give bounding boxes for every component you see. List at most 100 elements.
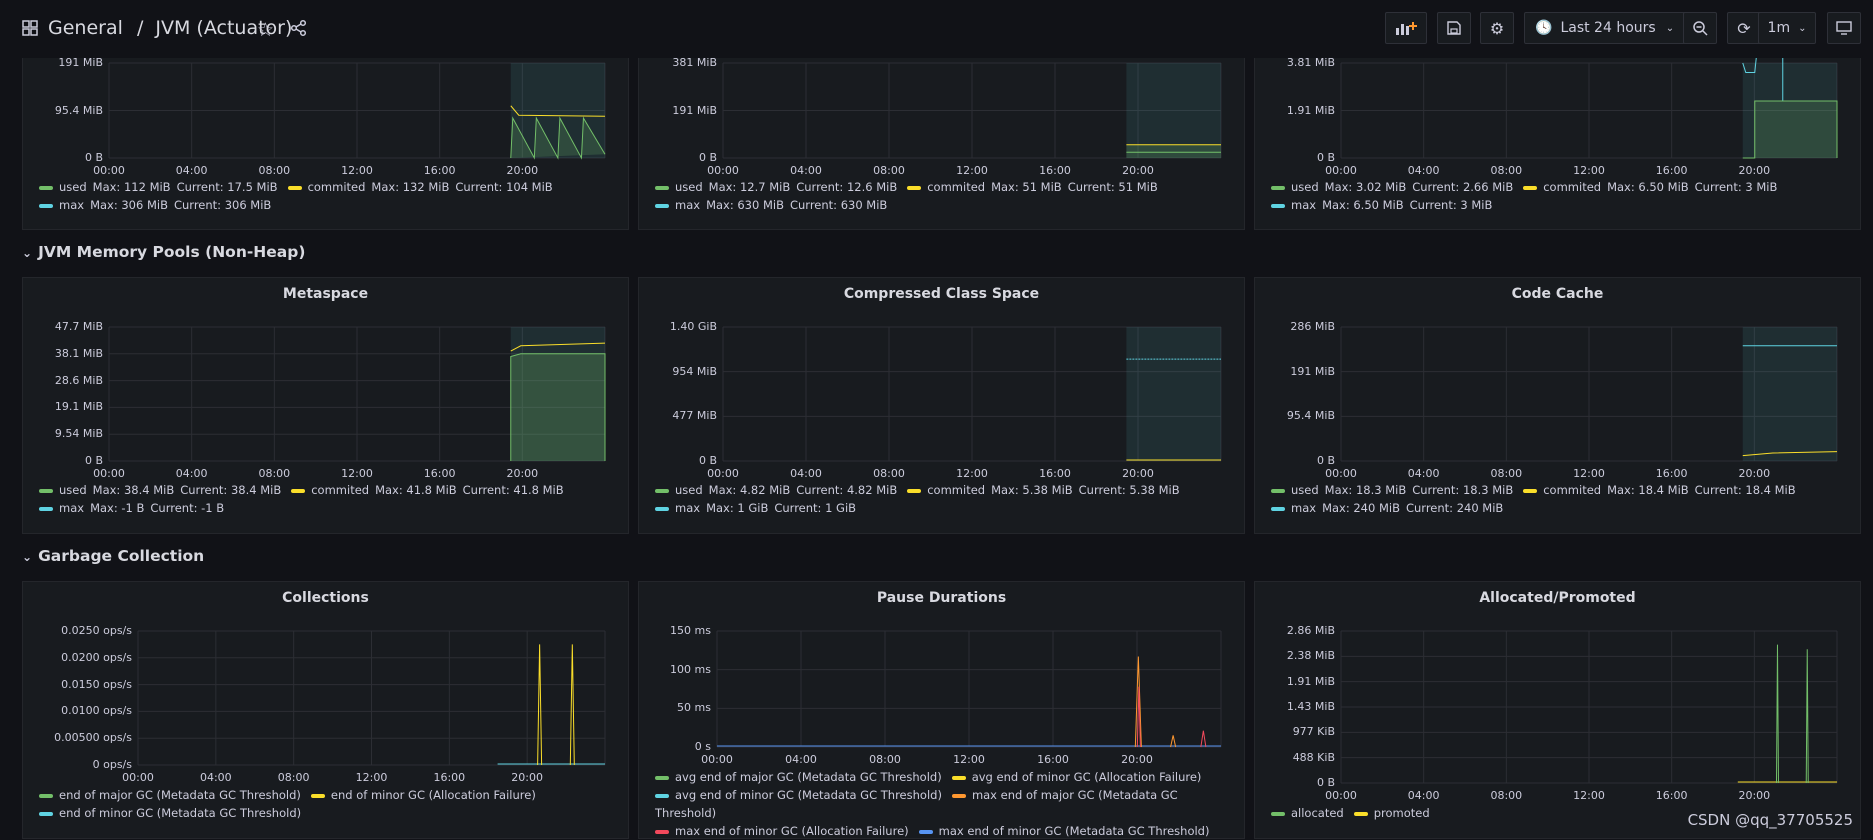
legend-swatch (310, 793, 325, 798)
x-tick-label: 16:00 (1037, 753, 1069, 766)
y-tick-label: 9.54 MiB (54, 427, 103, 441)
legend-item[interactable]: promoted (1353, 806, 1430, 820)
star-icon[interactable]: ☆ (257, 19, 274, 41)
row-gc[interactable]: ⌄ Garbage Collection (22, 547, 204, 565)
legend-item[interactable]: commited Max: 6.50 MiB Current: 3 MiB (1523, 180, 1777, 194)
panel-code-cache[interactable]: Code Cache 286 MiB 191 MiB 95.4 MiB 0 B 00:00… (1254, 277, 1861, 534)
legend-current: Current: 17.5 MiB (176, 180, 278, 194)
legend-swatch (655, 793, 669, 798)
legend-series-name: avg end of minor GC (Metadata GC Thresho… (675, 788, 942, 802)
share-icon[interactable] (290, 19, 308, 37)
apps-grid-icon[interactable] (22, 20, 38, 36)
legend-max: Max: 51 MiB (991, 180, 1062, 194)
legend-max: Max: 240 MiB (1322, 501, 1400, 515)
x-tick-label: 16:00 (1655, 789, 1688, 802)
legend-swatch (655, 829, 669, 834)
legend-item[interactable]: avg end of major GC (Metadata GC Thresho… (655, 770, 942, 784)
refresh-button[interactable]: ⟳ (1727, 12, 1761, 44)
legend-item[interactable]: used Max: 3.02 MiB Current: 2.66 MiB (1271, 180, 1513, 194)
legend-item[interactable]: used Max: 12.7 MiB Current: 12.6 MiB (655, 180, 897, 194)
legend-item[interactable]: avg end of minor GC (Allocation Failure) (951, 770, 1201, 784)
y-tick-label: 0 B (1316, 454, 1335, 467)
row-nonheap[interactable]: ⌄ JVM Memory Pools (Non-Heap) (22, 243, 305, 261)
x-tick-label: 16:00 (1039, 467, 1071, 480)
tv-mode-button[interactable] (1827, 12, 1861, 44)
legend-swatch (907, 488, 922, 493)
panel-collections[interactable]: Collections 0.0250 ops/s 0.0200 ops/s 0.015… (22, 581, 629, 839)
panel-compressed-class-space[interactable]: Compressed Class Space 1.40 GiB 954 MiB 477… (638, 277, 1245, 534)
x-tick-label: 04:00 (1407, 789, 1440, 802)
legend-item[interactable]: end of minor GC (Metadata GC Threshold) (39, 806, 301, 820)
y-tick-label: 0 s (694, 740, 711, 753)
panel-memory-pool-1[interactable]: 191 MiB 95.4 MiB 0 B 00:00 04:00 08:00 12:00 16… (22, 58, 629, 230)
refresh-interval-label: 1m (1767, 20, 1791, 36)
chart-plot-area (722, 62, 1222, 159)
legend-item[interactable]: end of minor GC (Allocation Failure) (310, 788, 536, 802)
add-panel-button[interactable] (1385, 12, 1427, 44)
y-tick-label: 2.38 MiB (1286, 649, 1335, 663)
folder-link[interactable]: General (48, 17, 123, 39)
legend-item[interactable]: end of major GC (Metadata GC Threshold) (39, 788, 301, 802)
panel-metaspace[interactable]: Metaspace 47.7 MiB 38.1 MiB 28.6 MiB 19.1 Mi… (22, 277, 629, 534)
legend-series-name: commited (1543, 180, 1602, 194)
y-tick-label: 191 MiB (672, 103, 717, 117)
panel-pause-durations[interactable]: Pause Durations 150 ms 100 ms 50 ms 0 s 00:00… (638, 581, 1245, 839)
legend-swatch (655, 488, 669, 493)
legend-series-name: used (59, 483, 87, 497)
legend-item[interactable]: max Max: 1 GiB Current: 1 GiB (655, 501, 856, 515)
legend-series-name: end of major GC (Metadata GC Threshold) (59, 788, 301, 802)
legend-item[interactable]: commited Max: 132 MiB Current: 104 MiB (287, 180, 553, 194)
settings-button[interactable]: ⚙ (1480, 12, 1514, 44)
legend-swatch (39, 185, 53, 190)
legend-item[interactable]: used Max: 4.82 MiB Current: 4.82 MiB (655, 483, 897, 497)
row-title: JVM Memory Pools (Non-Heap) (38, 243, 306, 261)
legend-item[interactable]: max end of minor GC (Metadata GC Thresho… (918, 824, 1209, 838)
legend-swatch (39, 203, 53, 208)
series-spike (1200, 730, 1207, 748)
panel-memory-pool-3[interactable]: 3.81 MiB 1.91 MiB 0 B 00:00 04:00 08:00 12:00 1… (1254, 58, 1861, 230)
legend-item[interactable]: max Max: 240 MiB Current: 240 MiB (1271, 501, 1503, 515)
y-tick-label: 0 B (84, 454, 103, 467)
y-tick-label: 488 KiB (1292, 750, 1335, 764)
chart-legend: end of major GC (Metadata GC Threshold) e… (39, 786, 616, 822)
legend-item[interactable]: commited Max: 5.38 MiB Current: 5.38 MiB (907, 483, 1180, 497)
legend-item[interactable]: avg end of minor GC (Metadata GC Thresho… (655, 788, 942, 802)
legend-max: Max: 5.38 MiB (991, 483, 1073, 497)
legend-max: Max: 41.8 MiB (375, 483, 457, 497)
legend-item[interactable]: max end of minor GC (Allocation Failure) (655, 824, 909, 838)
panel-allocated-promoted[interactable]: Allocated/Promoted 2.86 MiB 2.38 MiB 1.91 M… (1254, 581, 1861, 839)
legend-series-name: max (1291, 501, 1317, 515)
y-tick-label: 0.0200 ops/s (61, 650, 132, 664)
legend-series-name: commited (927, 483, 986, 497)
legend-item[interactable]: max Max: 6.50 MiB Current: 3 MiB (1271, 198, 1492, 212)
refresh-icon: ⟳ (1737, 18, 1751, 38)
legend-item[interactable]: max Max: 306 MiB Current: 306 MiB (39, 198, 271, 212)
legend-item[interactable]: commited Max: 41.8 MiB Current: 41.8 MiB (291, 483, 564, 497)
refresh-interval-picker[interactable]: 1m ⌄ (1758, 12, 1816, 44)
legend-series-name: max (59, 198, 85, 212)
panel-memory-pool-2[interactable]: 381 MiB 191 MiB 0 B 00:00 04:00 08:00 12:00 16:… (638, 58, 1245, 230)
legend-swatch (655, 775, 669, 780)
legend-item[interactable]: commited Max: 51 MiB Current: 51 MiB (907, 180, 1158, 194)
legend-series-name: used (675, 180, 703, 194)
legend-item[interactable]: max Max: 630 MiB Current: 630 MiB (655, 198, 887, 212)
legend-item[interactable]: commited Max: 18.4 MiB Current: 18.4 MiB (1523, 483, 1796, 497)
legend-swatch (39, 506, 53, 511)
legend-current: Current: 3 MiB (1694, 180, 1778, 194)
save-button[interactable] (1437, 12, 1471, 44)
legend-item[interactable]: used Max: 38.4 MiB Current: 38.4 MiB (39, 483, 281, 497)
legend-item[interactable]: allocated (1271, 806, 1344, 820)
y-tick-label: 1.43 MiB (1286, 700, 1335, 713)
legend-item[interactable]: max Max: -1 B Current: -1 B (39, 501, 224, 515)
zoom-out-button[interactable] (1683, 12, 1717, 44)
time-picker[interactable]: 🕓 Last 24 hours ⌄ (1524, 12, 1686, 44)
legend-swatch (655, 185, 669, 190)
y-tick-label: 38.1 MiB (54, 346, 103, 360)
legend-item[interactable]: used Max: 18.3 MiB Current: 18.3 MiB (1271, 483, 1513, 497)
legend-series-name: max (675, 198, 701, 212)
legend-swatch (39, 793, 53, 798)
legend-item[interactable]: used Max: 112 MiB Current: 17.5 MiB (39, 180, 278, 194)
y-tick-label: 1.91 MiB (1286, 674, 1335, 688)
chevron-down-icon: ⌄ (1665, 22, 1675, 34)
y-tick-label: 954 MiB (672, 364, 717, 378)
